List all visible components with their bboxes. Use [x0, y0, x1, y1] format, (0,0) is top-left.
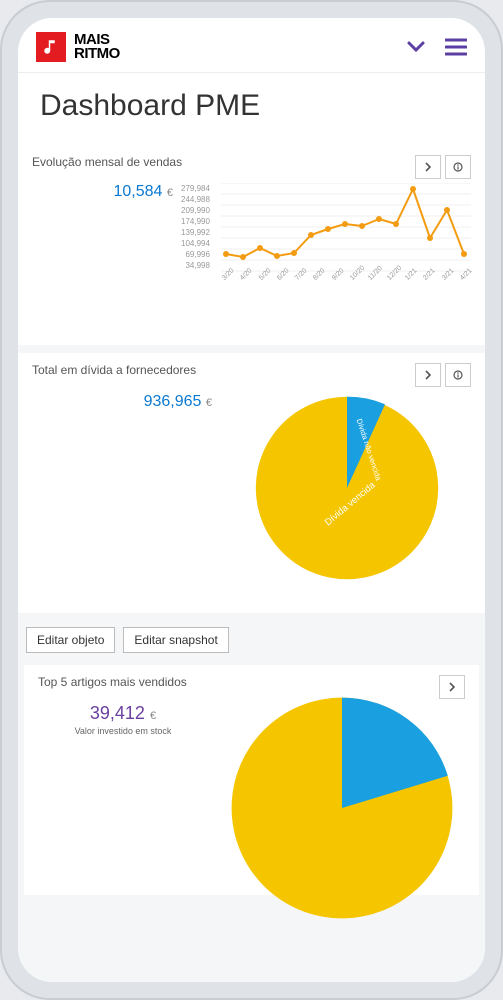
- pie-chart-debt: Dívida vencida Dívida não vencida: [222, 393, 471, 583]
- card1-value: 10,584 €: [113, 183, 173, 200]
- card2-info-button[interactable]: [445, 363, 471, 387]
- card3-title: Top 5 artigos mais vendidos: [38, 675, 187, 689]
- brand-text: MAIS RITMO: [74, 33, 120, 62]
- phone-screen: MAIS RITMO Dashboard PME Evolução mensal…: [18, 18, 485, 982]
- edit-object-button[interactable]: Editar objeto: [26, 627, 115, 653]
- brand-line2: RITMO: [74, 47, 120, 61]
- line-chart: 279,984244,988209,990174,990139,992104,9…: [181, 183, 471, 284]
- x-axis-labels: 3/204/205/206/207/208/209/2010/2011/2012…: [181, 277, 471, 284]
- brand-logo: MAIS RITMO: [36, 32, 120, 62]
- edit-toolbar: Editar objeto Editar snapshot: [18, 621, 485, 659]
- content-area: Dashboard PME Evolução mensal de vendas …: [18, 73, 485, 982]
- logo-mark: [36, 32, 66, 62]
- app-header: MAIS RITMO: [18, 18, 485, 73]
- header-actions: [407, 38, 467, 56]
- phone-frame: MAIS RITMO Dashboard PME Evolução mensal…: [0, 0, 503, 1000]
- hamburger-menu-icon[interactable]: [445, 38, 467, 56]
- card1-title: Evolução mensal de vendas: [32, 155, 182, 169]
- page-title: Dashboard PME: [18, 73, 485, 145]
- dropdown-toggle[interactable]: [407, 41, 425, 53]
- card3-sublabel: Valor investido em stock: [38, 726, 208, 736]
- card-top-articles: Top 5 artigos mais vendidos 39,412 € Val…: [24, 665, 479, 895]
- edit-snapshot-button[interactable]: Editar snapshot: [123, 627, 228, 653]
- card1-info-button[interactable]: [445, 155, 471, 179]
- card1-expand-button[interactable]: [415, 155, 441, 179]
- card2-expand-button[interactable]: [415, 363, 441, 387]
- y-axis-labels: 279,984244,988209,990174,990139,992104,9…: [181, 183, 210, 271]
- card2-title: Total em dívida a fornecedores: [32, 363, 196, 377]
- card-sales-evolution: Evolução mensal de vendas 10,584 € 279: [18, 145, 485, 345]
- card3-value: 39,412 €: [90, 703, 156, 723]
- card-suppliers-debt: Total em dívida a fornecedores 936,965 €: [18, 353, 485, 613]
- card2-value: 936,965 €: [144, 393, 212, 410]
- pie-chart-stock: [218, 703, 465, 923]
